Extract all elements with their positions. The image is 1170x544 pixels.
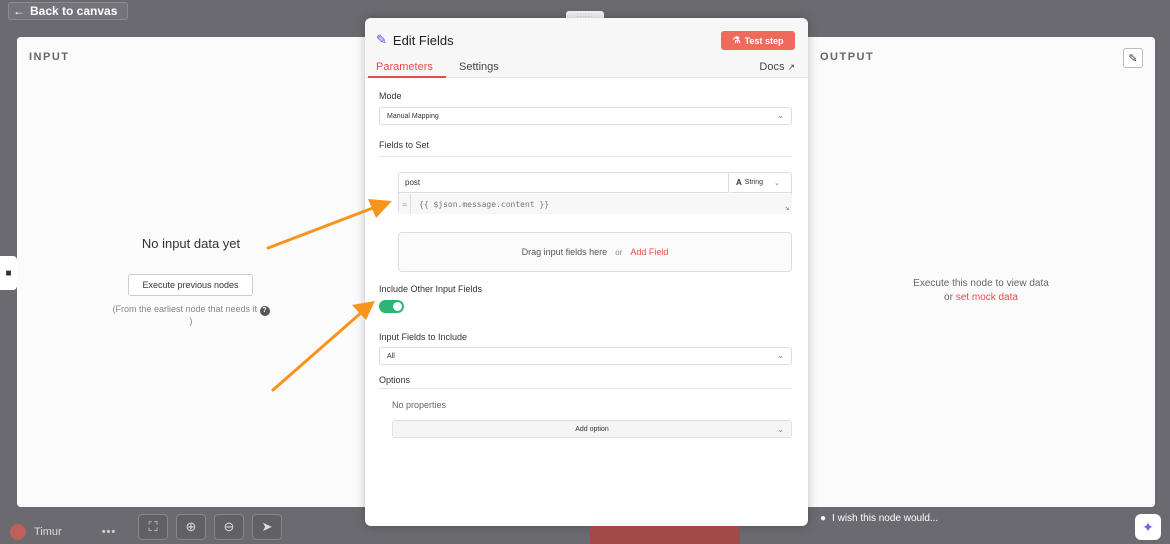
pencil-icon: ✎ — [376, 32, 387, 47]
drop-zone[interactable]: Drag input fields here or Add Field — [398, 232, 792, 272]
no-properties-text: No properties — [392, 400, 447, 410]
input-hint-text: (From the earliest node that needs it — [112, 304, 258, 314]
fields-to-set-label: Fields to Set — [379, 140, 430, 150]
input-hint: (From the earliest node that needs it ? … — [111, 304, 271, 327]
tab-settings[interactable]: Settings — [459, 61, 499, 73]
chevron-down-icon: ⌄ — [777, 425, 784, 434]
input-fields-select-value: All — [387, 352, 395, 360]
field-value-expression: {{ $json.message.content }} — [419, 199, 550, 209]
options-label: Options — [379, 375, 411, 385]
field-assignment: post A String ⌄ = {{ $json.message.conte… — [398, 172, 792, 214]
back-to-canvas-button[interactable]: ← Back to canvas — [8, 2, 129, 20]
tab-parameters[interactable]: Parameters — [376, 61, 433, 73]
zoom-in-icon[interactable]: ⊕ — [176, 514, 206, 540]
sparkle-icon: ✦ — [1142, 518, 1154, 535]
lightbulb-icon: ● — [820, 513, 827, 524]
execute-workflow-button[interactable] — [590, 526, 740, 544]
field-type-select[interactable]: A String ⌄ — [730, 173, 792, 193]
add-field-link[interactable]: Add Field — [630, 247, 668, 257]
zoom-out-icon[interactable]: ⊖ — [214, 514, 244, 540]
include-other-fields-label: Include Other Input Fields — [379, 284, 483, 294]
include-other-fields-toggle[interactable] — [379, 300, 404, 313]
avatar — [10, 524, 26, 540]
docs-link[interactable]: Docs ↗ — [759, 61, 795, 73]
execute-previous-nodes-button[interactable]: Execute previous nodes — [128, 274, 253, 296]
more-icon[interactable]: ••• — [102, 526, 117, 538]
edit-output-button[interactable]: ✎ — [1123, 48, 1143, 68]
arrow-left-icon: ← — [13, 4, 25, 18]
test-step-label: Test step — [744, 35, 784, 46]
expression-equals-icon: = — [399, 194, 411, 214]
field-value-input[interactable]: = {{ $json.message.content }} ⇲ — [399, 194, 792, 214]
output-or: or — [944, 292, 953, 303]
question-icon[interactable]: ? — [259, 306, 270, 316]
docs-label: Docs — [759, 61, 785, 73]
dialog-header: ✎ Edit Fields ⚗ Test step Parameters Set… — [365, 18, 808, 78]
feedback-text: I wish this node would... — [832, 513, 939, 524]
divider — [379, 156, 792, 157]
input-fields-to-include-label: Input Fields to Include — [379, 332, 468, 342]
fit-view-icon[interactable]: ⛶ — [138, 514, 168, 540]
user-menu[interactable]: Timur ••• — [10, 524, 116, 540]
input-empty-title: No input data yet — [141, 236, 241, 251]
edit-fields-dialog: ✎ Edit Fields ⚗ Test step Parameters Set… — [365, 18, 808, 526]
mode-label: Mode — [379, 91, 402, 101]
expand-icon[interactable]: ⇲ — [785, 205, 789, 212]
output-panel-title: OUTPUT — [820, 51, 875, 63]
test-step-button[interactable]: ⚗ Test step — [721, 31, 795, 50]
drop-zone-text: Drag input fields here — [521, 247, 608, 257]
output-empty-state: Execute this node to view data or set mo… — [807, 277, 1155, 305]
user-name: Timur — [34, 526, 62, 538]
feedback-prompt[interactable]: ● I wish this node would... — [820, 513, 938, 524]
input-panel: INPUT No input data yet Execute previous… — [17, 37, 365, 507]
ai-assistant-button[interactable]: ✦ — [1135, 514, 1161, 540]
input-fields-select[interactable]: All ⌄ — [379, 347, 792, 365]
pointer-icon[interactable]: ➤ — [252, 514, 282, 540]
back-to-canvas-label: Back to canvas — [30, 4, 118, 18]
active-tab-indicator — [368, 76, 446, 78]
output-empty-text: Execute this node to view data — [913, 278, 1049, 289]
set-mock-data-link[interactable]: set mock data — [956, 292, 1018, 303]
field-name-input[interactable]: post — [399, 173, 729, 193]
toggle-knob — [393, 302, 402, 311]
external-link-icon: ↗ — [787, 61, 795, 72]
add-option-label: Add option — [575, 425, 609, 433]
chevron-down-icon: ⌄ — [774, 179, 780, 187]
drop-zone-or: or — [615, 247, 623, 257]
zoom-controls: ⛶ ⊕ ⊖ ➤ — [138, 514, 282, 540]
mode-select[interactable]: Manual Mapping ⌄ — [379, 107, 792, 125]
pencil-icon: ✎ — [1128, 52, 1138, 65]
field-type-value: String — [744, 179, 764, 186]
divider — [379, 388, 792, 389]
chevron-down-icon: ⌄ — [777, 351, 784, 360]
dialog-title-text: Edit Fields — [392, 32, 454, 48]
side-node-tab[interactable]: ■ — [0, 256, 17, 290]
input-panel-title: INPUT — [29, 51, 70, 63]
string-type-icon: A — [736, 178, 742, 187]
add-option-select[interactable]: Add option ⌄ — [392, 420, 792, 438]
chevron-down-icon: ⌄ — [777, 111, 784, 120]
dialog-title[interactable]: ✎ Edit Fields — [376, 32, 454, 48]
output-panel: OUTPUT ✎ Execute this node to view data … — [807, 37, 1155, 507]
mode-select-value: Manual Mapping — [387, 112, 439, 120]
flask-icon: ⚗ — [732, 35, 741, 45]
